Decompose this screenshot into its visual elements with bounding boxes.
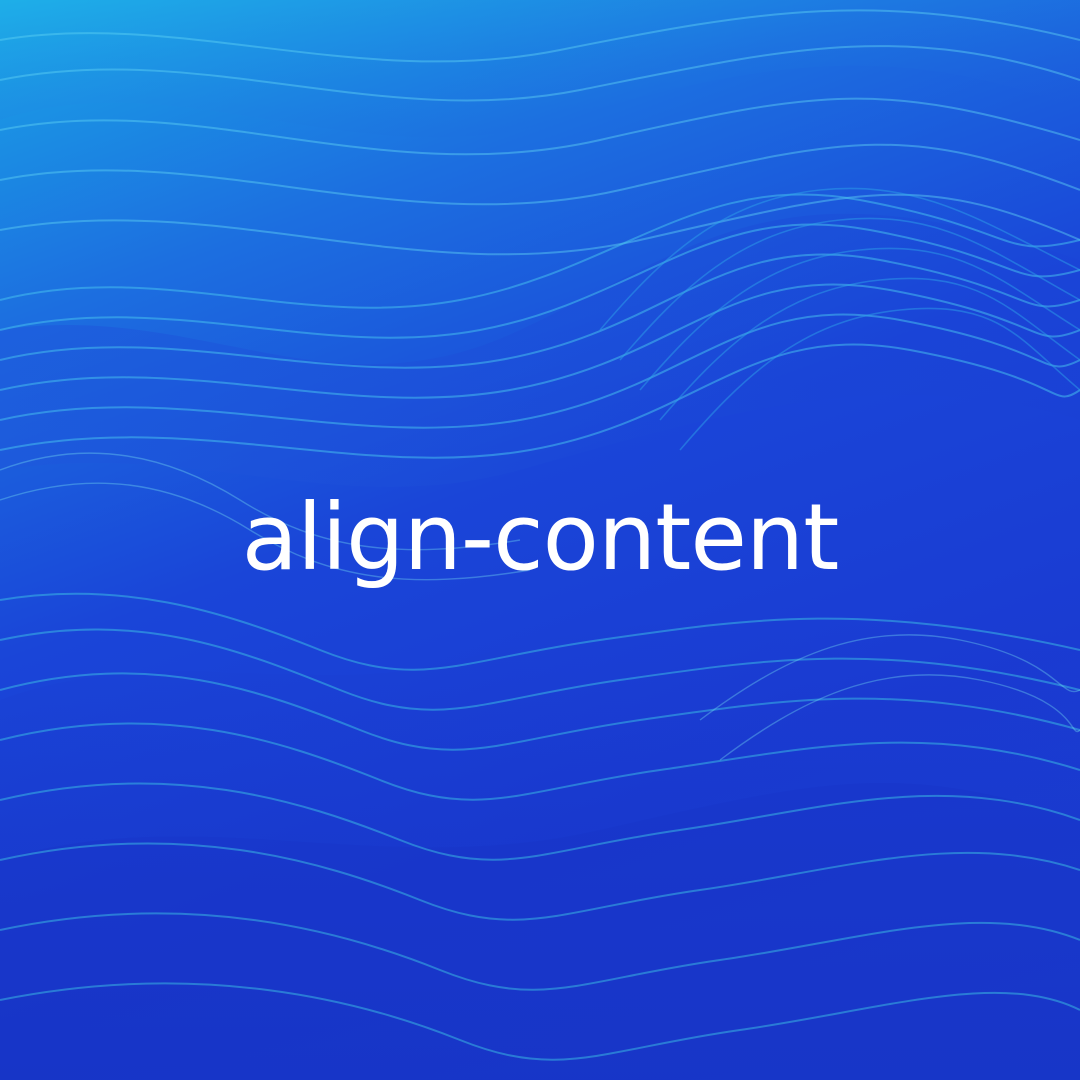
- banner-canvas: align-content: [0, 0, 1080, 1080]
- page-title: align-content: [241, 484, 840, 591]
